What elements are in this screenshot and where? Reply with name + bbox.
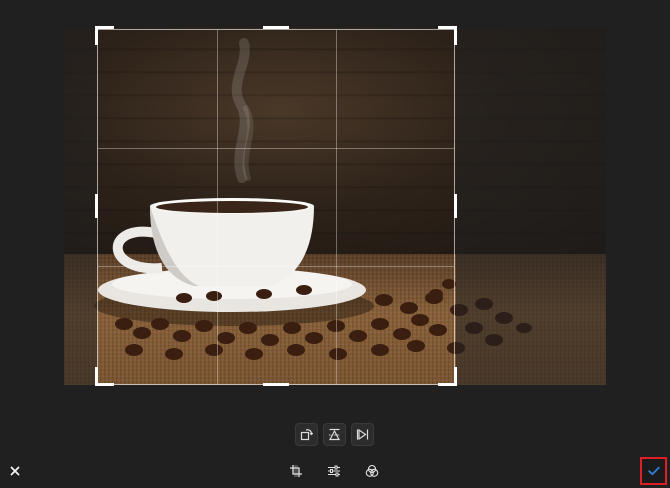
flip-horizontal-button[interactable] [351,423,374,446]
crop-tool-button[interactable] [285,460,307,482]
filters-tool-button[interactable] [361,460,383,482]
crop-handle-top-left[interactable] [95,26,98,45]
crop-frame[interactable] [97,29,455,385]
checkmark-icon [647,466,660,476]
editor-canvas [0,0,670,415]
main-toolbar [0,460,670,484]
crop-grid-line [98,148,454,149]
bottom-toolbar [0,415,670,488]
filters-icon [365,464,379,477]
crop-handle-bottom-right[interactable] [454,367,457,386]
crop-icon [290,465,302,477]
crop-handle-left[interactable] [95,194,98,218]
flip-vertical-icon [329,428,340,441]
crop-grid-line [336,30,337,384]
flip-vertical-button[interactable] [323,423,346,446]
adjust-sliders-icon [328,465,340,477]
rotate-button[interactable] [295,423,318,446]
crop-sub-toolbar [0,423,670,447]
crop-handle-top[interactable] [263,26,289,29]
confirm-button[interactable] [640,457,667,485]
crop-handle-top-right[interactable] [454,26,457,45]
crop-handle-bottom-left[interactable] [95,367,98,386]
crop-grid-line [217,30,218,384]
outside-crop-overlay-left [64,28,97,385]
image-editor [0,0,670,488]
flip-horizontal-icon [356,428,369,441]
rotate-icon [300,429,313,441]
adjust-tool-button[interactable] [323,460,345,482]
close-icon [10,466,20,476]
crop-handle-right[interactable] [454,194,457,218]
crop-grid-line [98,266,454,267]
cancel-button[interactable] [6,462,24,480]
outside-crop-overlay [456,28,606,385]
crop-handle-bottom[interactable] [263,383,289,386]
